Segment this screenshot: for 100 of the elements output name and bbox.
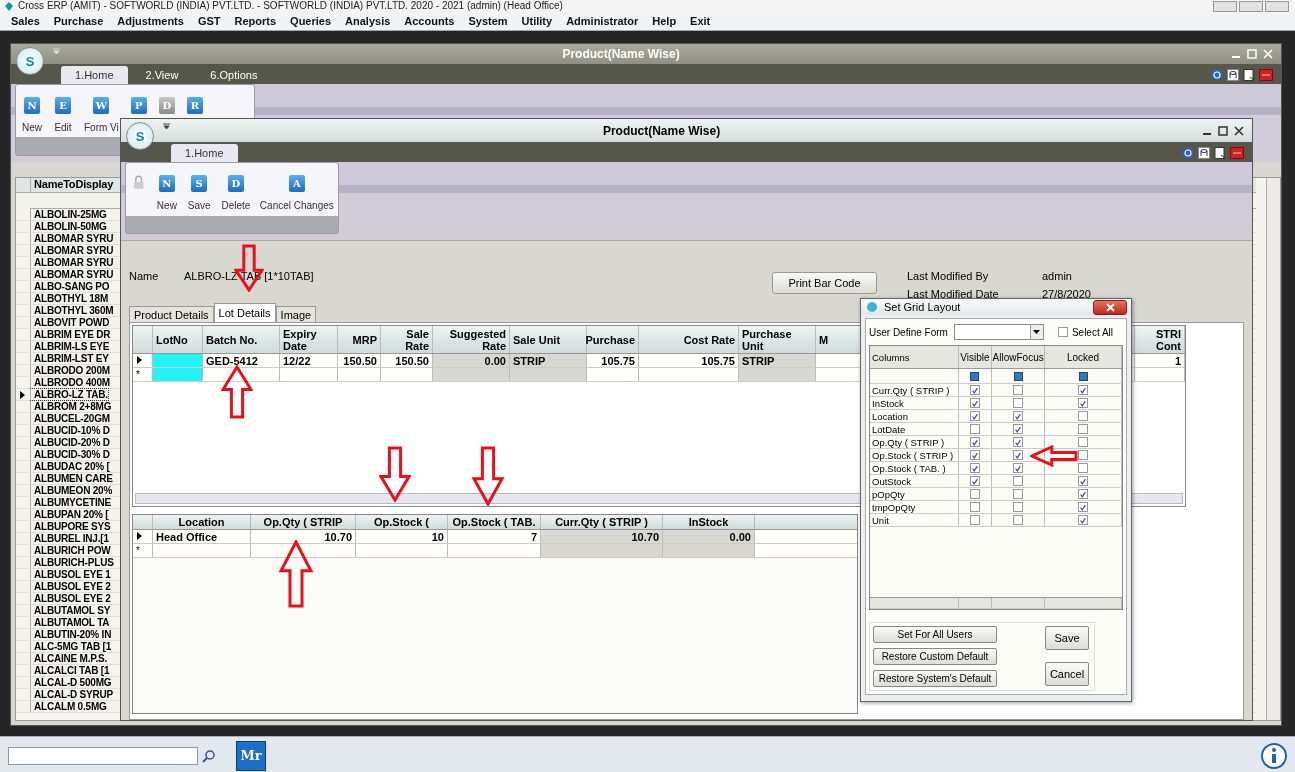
list-item[interactable]: ALBUCID-20% D — [31, 437, 110, 448]
menu-item[interactable]: System — [461, 15, 515, 27]
ribbon-tab[interactable]: 1.Home — [61, 66, 128, 84]
database-icon[interactable] — [1198, 147, 1210, 159]
checkbox[interactable] — [1057, 327, 1068, 337]
app-logo-icon[interactable]: S — [126, 122, 154, 150]
checkbox[interactable] — [1013, 450, 1024, 460]
column-header[interactable]: Cost Rate — [639, 326, 739, 353]
list-item[interactable]: ALBRODO 400M — [31, 377, 110, 388]
column-header[interactable]: InStock — [663, 515, 755, 529]
checkbox[interactable] — [1078, 411, 1089, 421]
select-all-checkbox[interactable]: Select All — [1057, 326, 1114, 338]
page-tab[interactable]: Image — [275, 306, 317, 322]
list-item[interactable]: ALBUMEON 20% — [31, 485, 113, 496]
list-item[interactable]: ALCALCI TAB [1 — [31, 665, 110, 676]
list-item[interactable]: ALBUCID-30% D — [31, 449, 110, 460]
list-item[interactable]: ALBOMAR SYRU — [31, 245, 114, 256]
maximize-icon[interactable] — [1218, 125, 1228, 136]
list-item[interactable]: ALC-5MG TAB [1 — [31, 641, 111, 652]
checkbox[interactable] — [969, 398, 980, 408]
menu-item[interactable]: Analysis — [338, 15, 398, 27]
list-item[interactable]: ALBUMEN CARE — [31, 473, 113, 484]
list-item[interactable]: ALBOMAR SYRU — [31, 269, 114, 280]
checkbox[interactable] — [1078, 398, 1089, 408]
list-item[interactable]: ALBUSOL EYE 2 — [31, 581, 111, 592]
checkbox[interactable] — [1013, 411, 1024, 421]
list-item[interactable]: ALBOLIN-25MG — [31, 209, 107, 220]
database-icon[interactable] — [1227, 69, 1239, 81]
list-item[interactable]: ALBRODO 200M — [31, 365, 110, 376]
help-icon[interactable] — [1211, 69, 1223, 81]
checkbox[interactable] — [1013, 489, 1024, 499]
checkbox[interactable] — [1078, 385, 1089, 395]
checkbox[interactable] — [969, 437, 980, 447]
list-item[interactable]: ALBROM 2+8MG — [31, 401, 112, 412]
print-barcode-button[interactable]: Print Bar Code — [772, 272, 877, 294]
column-header[interactable]: Purchase Unit — [739, 326, 816, 353]
page-tab[interactable]: Lot Details — [213, 303, 276, 322]
column-header[interactable]: MRP — [338, 326, 381, 353]
list-item[interactable]: ALBUDAC 20% [ — [31, 461, 110, 472]
column-header[interactable]: Sale Rate — [381, 326, 433, 353]
ribbon-button[interactable]: D Delete — [222, 175, 250, 211]
column-header[interactable]: Sale Unit — [510, 326, 587, 353]
checkbox[interactable] — [1078, 502, 1089, 512]
checkbox[interactable] — [1013, 385, 1024, 395]
search-icon[interactable] — [202, 748, 216, 763]
column-header[interactable]: Columns — [870, 346, 959, 368]
search-field[interactable] — [8, 746, 198, 765]
list-item[interactable]: ALBUTAMOL TA — [31, 617, 110, 628]
list-item[interactable]: ALBRO-LZ TAB. — [31, 389, 108, 400]
taskbar-app-button[interactable]: Mr — [236, 740, 266, 771]
ribbon-button[interactable]: A Cancel Changes — [261, 175, 332, 211]
menu-item[interactable]: Reports — [227, 15, 284, 27]
list-item[interactable]: ALBUTIN-20% IN — [31, 629, 112, 640]
dialog-button[interactable]: Set For All Users — [873, 626, 997, 643]
list-item[interactable]: ALBRIM-LS EYE — [31, 341, 110, 352]
menu-item[interactable]: Help — [645, 15, 684, 27]
menu-item[interactable]: Queries — [283, 15, 339, 27]
dropdown-icon[interactable] — [163, 123, 170, 129]
checkbox[interactable] — [1013, 398, 1024, 408]
checkbox[interactable] — [969, 424, 980, 434]
checkbox[interactable] — [969, 450, 980, 460]
column-header[interactable]: Visible — [958, 346, 993, 368]
list-item[interactable]: ALBUSOL EYE 2 — [31, 593, 111, 604]
checkbox[interactable] — [1078, 450, 1089, 460]
list-item[interactable]: ALBUMYCETINE — [31, 497, 112, 508]
ribbon-button[interactable]: S Save — [188, 175, 211, 211]
column-header[interactable]: AllowFocus — [992, 346, 1046, 368]
column-header[interactable]: Op.Qty ( STRIP — [251, 515, 356, 529]
list-item[interactable]: ALCALM 0.5MG — [31, 701, 107, 712]
close-icon[interactable] — [1234, 125, 1244, 136]
list-item[interactable]: ALBURICH-PLUS — [31, 557, 114, 568]
app-logo-icon[interactable]: S — [16, 47, 44, 75]
checkbox[interactable] — [1078, 424, 1089, 434]
dialog-button[interactable]: Restore Custom Default — [873, 648, 997, 665]
checkbox[interactable] — [969, 489, 980, 499]
list-item[interactable]: ALCAINE M.P.S. — [31, 653, 108, 664]
cancel-button[interactable]: Cancel — [1045, 662, 1089, 686]
help-icon[interactable] — [1182, 147, 1194, 159]
filter-checkbox-icon[interactable] — [1013, 371, 1023, 381]
info-icon[interactable] — [1261, 742, 1287, 769]
document-icon[interactable] — [1243, 69, 1255, 81]
column-header[interactable]: NameToDisplay — [31, 178, 114, 192]
list-item[interactable]: ALBUCID-10% D — [31, 425, 110, 436]
close-button[interactable] — [1093, 299, 1127, 315]
list-item[interactable]: ALBUPORE SYS — [31, 521, 111, 532]
list-item[interactable]: ALBOMAR SYRU — [31, 257, 114, 268]
column-header[interactable]: STRI Cont — [1135, 326, 1185, 353]
document-icon[interactable] — [1214, 147, 1226, 159]
filter-checkbox-icon[interactable] — [970, 371, 980, 381]
maximize-button[interactable] — [1239, 0, 1263, 12]
column-header[interactable]: Curr.Qty ( STRIP ) — [541, 515, 663, 529]
list-item[interactable]: ALBUTAMOL SY — [31, 605, 111, 616]
vertical-scrollbar[interactable] — [1266, 178, 1280, 720]
list-item[interactable]: ALBOTHYL 360M — [31, 305, 114, 316]
checkbox[interactable] — [969, 515, 980, 525]
filter-checkbox-icon[interactable] — [1078, 371, 1088, 381]
column-header[interactable]: Purchase — [587, 326, 639, 353]
list-item[interactable]: ALBO-SANG PO — [31, 281, 110, 292]
checkbox[interactable] — [1078, 476, 1089, 486]
ribbon-button[interactable]: N New — [22, 97, 42, 133]
